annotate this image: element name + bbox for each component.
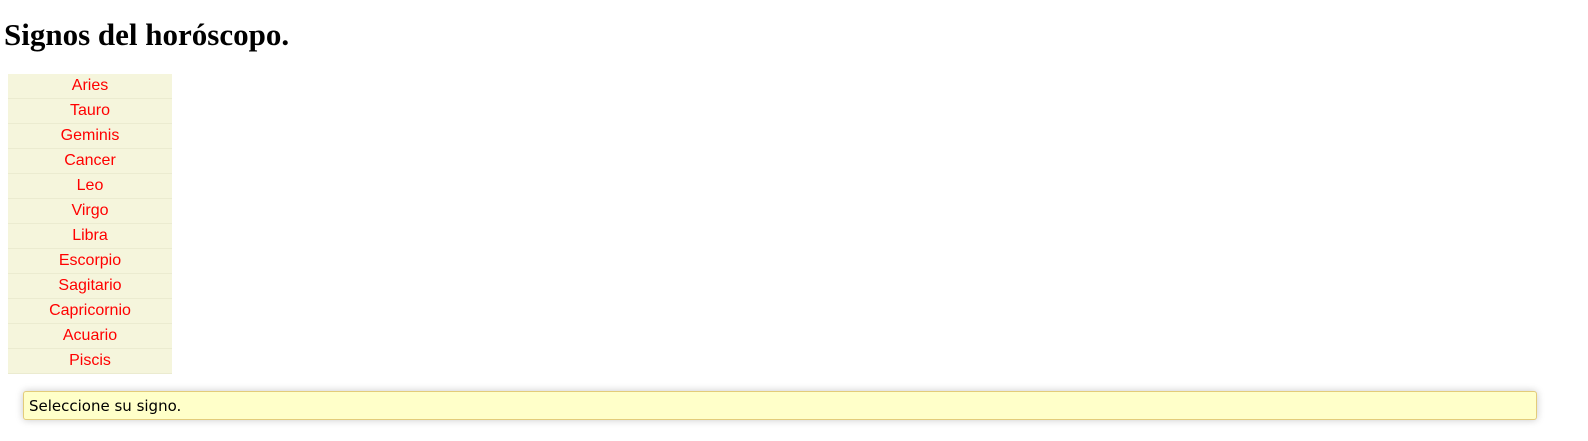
sign-link-cancer[interactable]: Cancer <box>8 149 172 173</box>
sign-link-geminis[interactable]: Geminis <box>8 124 172 148</box>
sign-link-aries[interactable]: Aries <box>8 74 172 98</box>
list-item: Virgo <box>8 199 172 224</box>
list-item: Tauro <box>8 99 172 124</box>
sign-link-tauro[interactable]: Tauro <box>8 99 172 123</box>
list-item: Piscis <box>8 349 172 374</box>
page-title: Signos del horóscopo. <box>4 17 290 52</box>
list-item: Libra <box>8 224 172 249</box>
zodiac-sign-list: Aries Tauro Geminis Cancer Leo Virgo Lib… <box>8 74 172 374</box>
list-item: Cancer <box>8 149 172 174</box>
list-item: Geminis <box>8 124 172 149</box>
list-item: Leo <box>8 174 172 199</box>
list-item: Capricornio <box>8 299 172 324</box>
selection-message: Seleccione su signo. <box>23 391 1537 420</box>
sign-link-libra[interactable]: Libra <box>8 224 172 248</box>
sign-link-piscis[interactable]: Piscis <box>8 349 172 373</box>
sign-link-sagitario[interactable]: Sagitario <box>8 274 172 298</box>
list-item: Aries <box>8 74 172 99</box>
sign-link-acuario[interactable]: Acuario <box>8 324 172 348</box>
sign-link-virgo[interactable]: Virgo <box>8 199 172 223</box>
list-item: Escorpio <box>8 249 172 274</box>
list-item: Acuario <box>8 324 172 349</box>
sign-link-escorpio[interactable]: Escorpio <box>8 249 172 273</box>
sign-link-leo[interactable]: Leo <box>8 174 172 198</box>
sign-link-capricornio[interactable]: Capricornio <box>8 299 172 323</box>
list-item: Sagitario <box>8 274 172 299</box>
